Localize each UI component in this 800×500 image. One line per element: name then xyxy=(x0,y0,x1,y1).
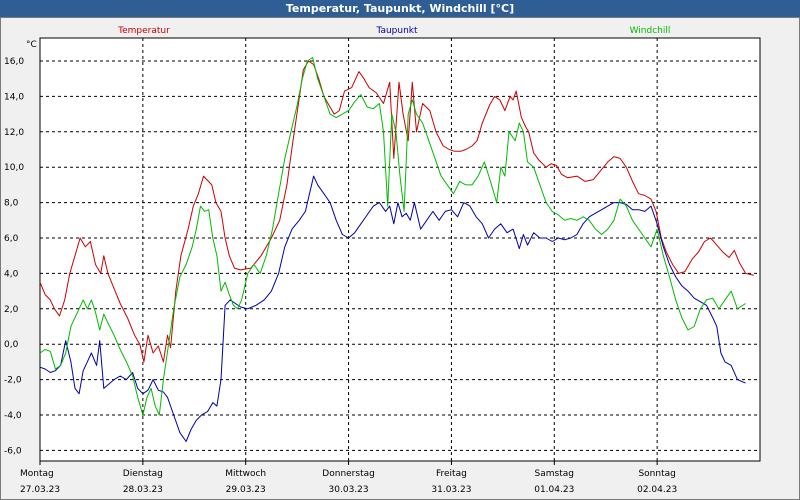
y-tick-label: 14,0 xyxy=(4,92,24,102)
x-tick-date: 30.03.23 xyxy=(329,485,369,495)
x-tick-weekday: Montag xyxy=(20,469,54,479)
y-tick-label: -4,0 xyxy=(4,411,22,421)
x-tick-date: 01.04.23 xyxy=(534,485,574,495)
x-tick-date: 28.03.23 xyxy=(123,485,163,495)
y-tick-label: -2,0 xyxy=(4,376,22,386)
y-tick-label: 16,0 xyxy=(4,57,24,67)
x-tick-weekday: Samstag xyxy=(535,469,574,479)
x-tick-weekday: Freitag xyxy=(436,469,467,479)
x-tick-date: 29.03.23 xyxy=(226,485,266,495)
x-tick-weekday: Sonntag xyxy=(638,469,675,479)
x-tick-date: 31.03.23 xyxy=(431,485,471,495)
chart-svg: -6,0 -4,0 -2,0 0,0 2,0 4,0 6,0 8,0 10,0 12,0 14,0 1… xyxy=(4,26,761,495)
x-tick-date: 02.04.23 xyxy=(637,485,677,495)
legend-temperatur: Temperatur xyxy=(117,26,170,36)
x-tick-weekday: Dienstag xyxy=(123,469,163,479)
x-tick-date: 27.03.23 xyxy=(20,485,60,495)
plot-area xyxy=(39,37,761,462)
x-tick-weekday: Mittwoch xyxy=(225,469,266,479)
y-tick-label: 8,0 xyxy=(4,199,19,209)
y-axis: -6,0 -4,0 -2,0 0,0 2,0 4,0 6,0 8,0 10,0 12,0 14,0 1… xyxy=(4,57,24,456)
y-tick-label: -6,0 xyxy=(4,446,22,456)
y-tick-label: 4,0 xyxy=(4,269,19,279)
legend-windchill: Windchill xyxy=(630,26,671,36)
y-tick-label: 10,0 xyxy=(4,163,24,173)
y-axis-unit: °C xyxy=(26,40,37,50)
y-tick-label: 2,0 xyxy=(4,305,19,315)
legend-taupunkt: Taupunkt xyxy=(375,26,418,36)
y-tick-label: 0,0 xyxy=(4,340,19,350)
x-tick-weekday: Donnerstag xyxy=(322,469,375,479)
y-tick-label: 6,0 xyxy=(4,234,19,244)
y-tick-label: 12,0 xyxy=(4,128,24,138)
x-axis: Montag 27.03.23 Dienstag 28.03.23 Mittwoch 29… xyxy=(20,461,677,495)
